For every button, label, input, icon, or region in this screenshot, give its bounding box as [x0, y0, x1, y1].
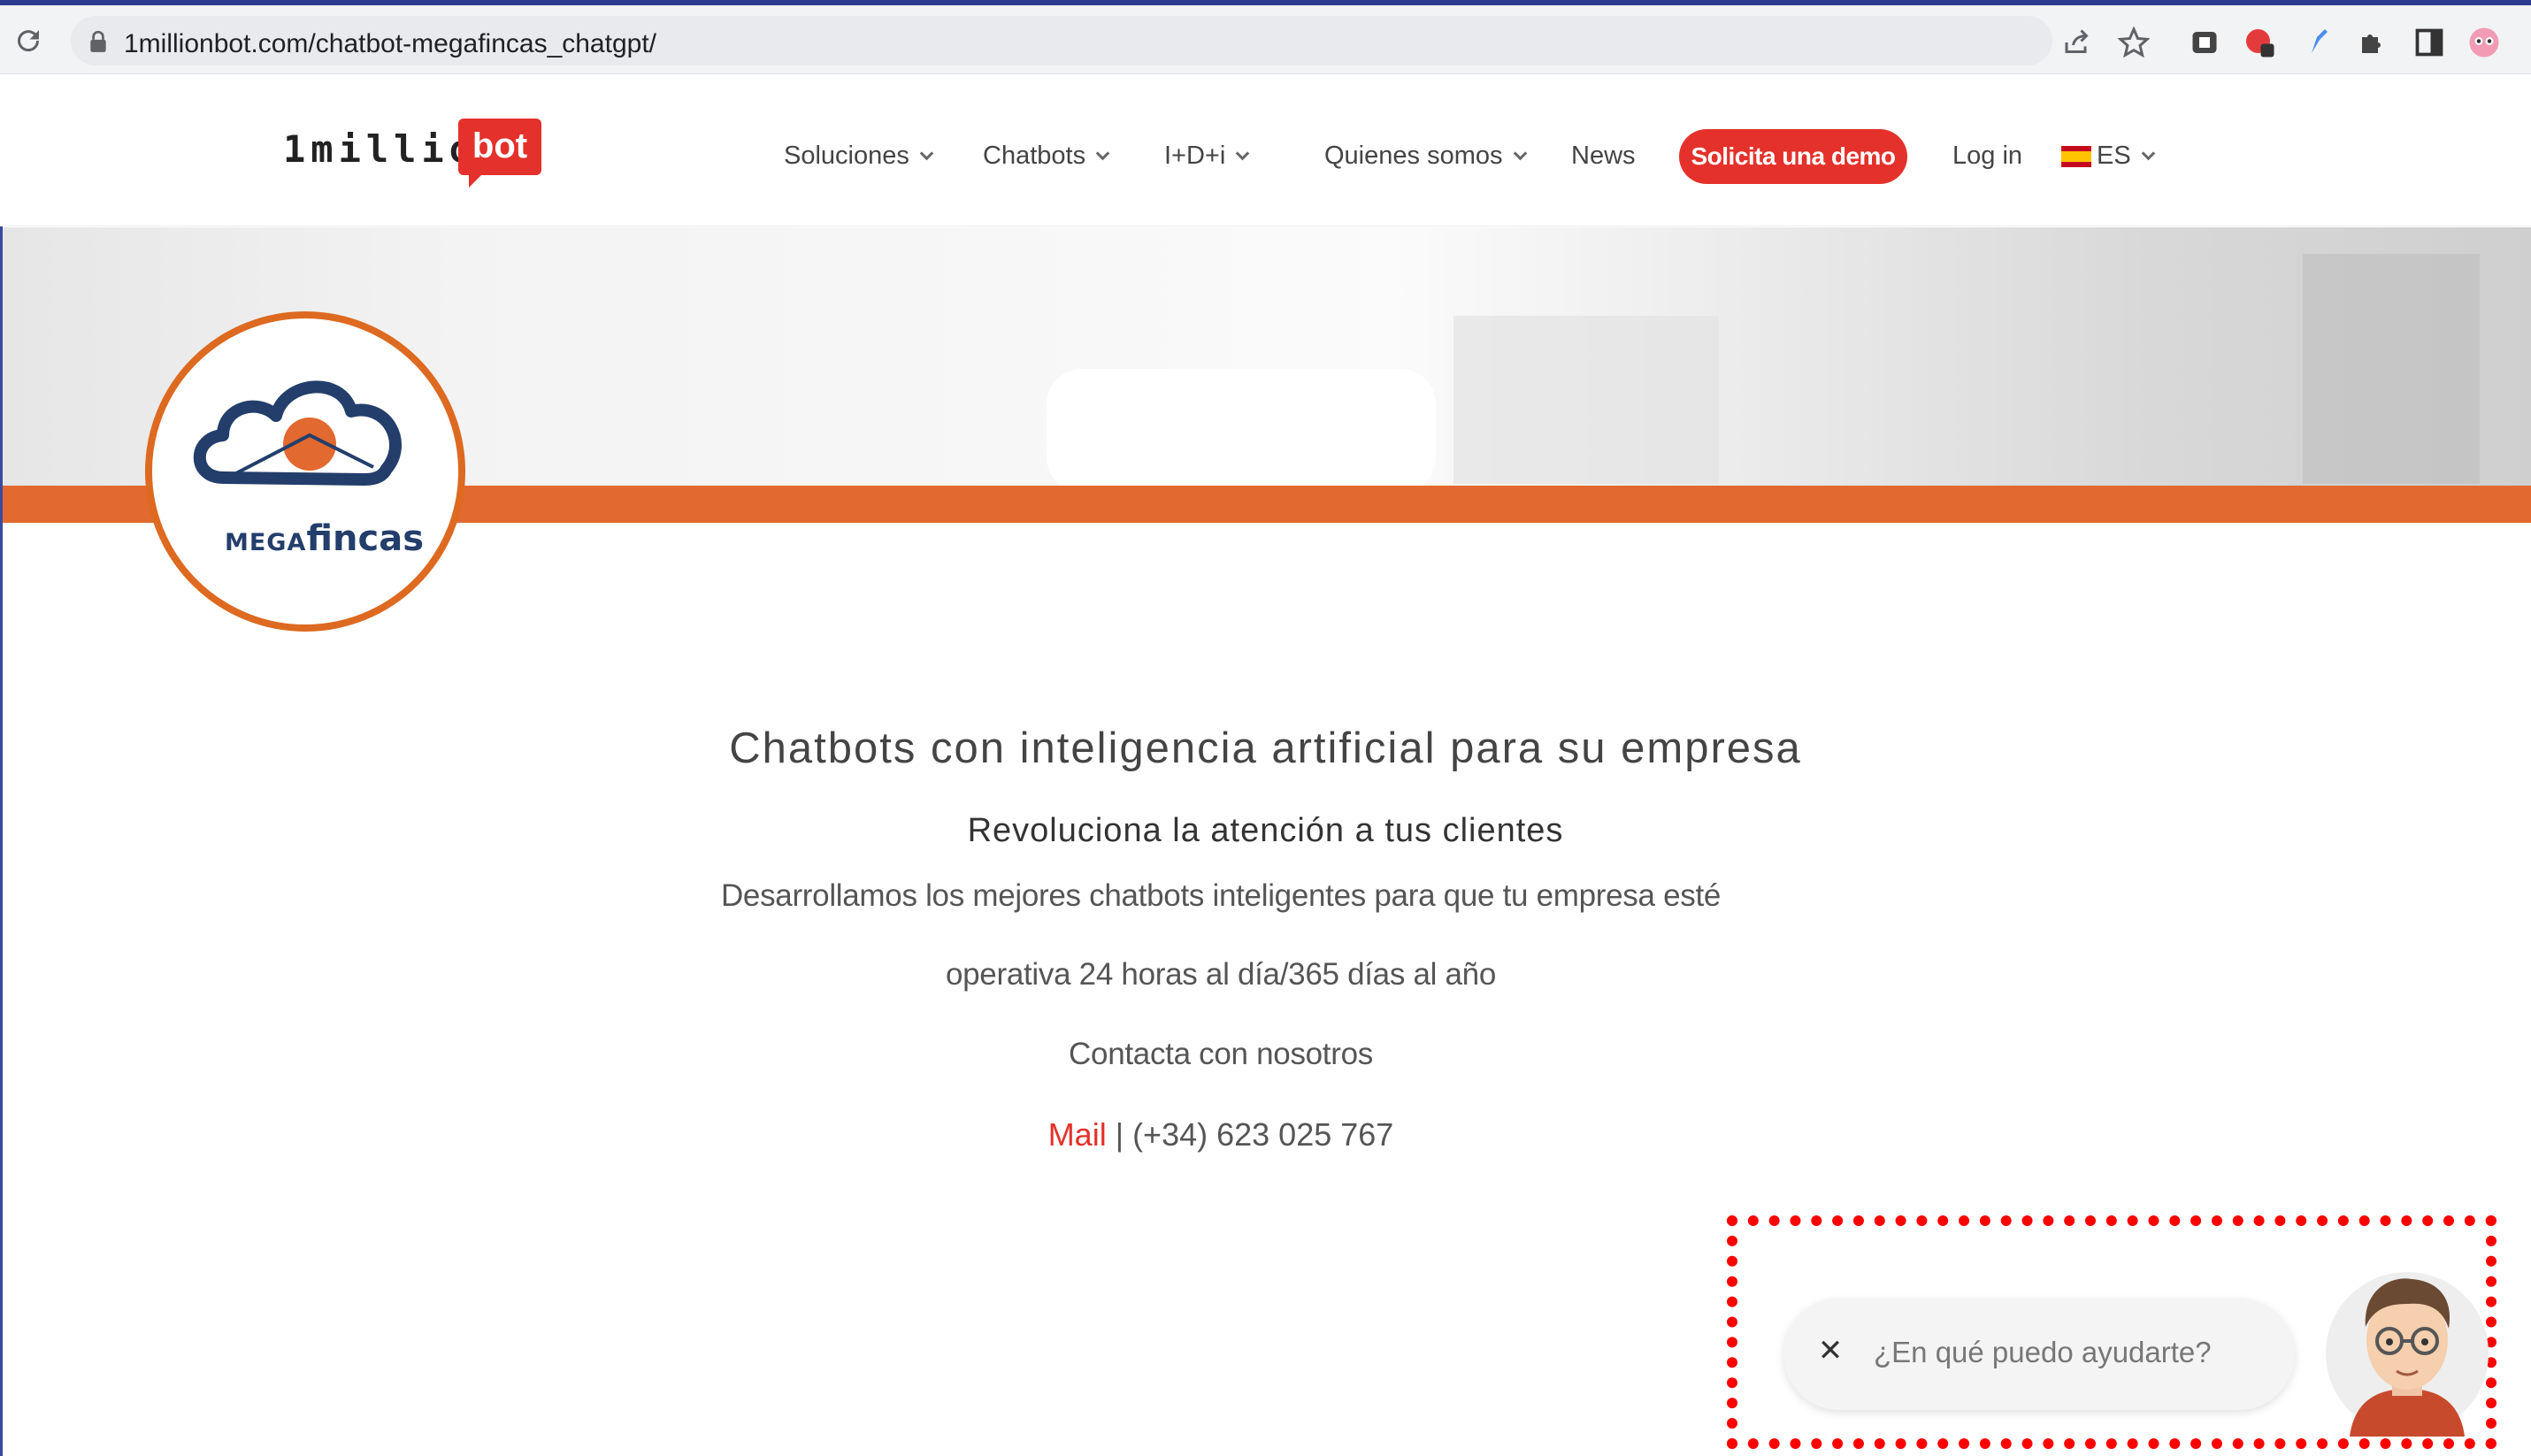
- hero-image-detail: [1453, 316, 1719, 484]
- hero-image-detail: [2303, 254, 2480, 484]
- side-panel-icon[interactable]: [2413, 27, 2445, 58]
- chevron-down-icon: [2141, 146, 2155, 161]
- page-title: Chatbots con inteligencia artificial par…: [729, 724, 1802, 772]
- close-icon[interactable]: ✕: [1815, 1336, 1845, 1366]
- login-link[interactable]: Log in: [1952, 142, 2022, 171]
- nav-news[interactable]: News: [1571, 142, 1636, 171]
- spain-flag-icon: [2061, 145, 2091, 167]
- megafincas-logo: MEGAfincas: [145, 311, 465, 632]
- page-subtitle: Revoluciona la atención a tus clientes: [967, 812, 1564, 849]
- url-text[interactable]: 1millionbot.com/chatbot-megafincas_chatg…: [124, 29, 656, 59]
- chevron-down-icon: [1236, 146, 1250, 161]
- chat-prompt-text[interactable]: ¿En qué puedo ayudarte?: [1874, 1336, 2212, 1369]
- cloud-sun-logo-icon: [193, 380, 402, 486]
- language-label: ES: [2097, 142, 2131, 170]
- chatbot-avatar-icon[interactable]: [2323, 1256, 2491, 1437]
- hero-image-detail: [1047, 369, 1436, 486]
- mail-link[interactable]: Mail: [1048, 1116, 1107, 1153]
- nav-label: Chatbots: [983, 142, 1086, 170]
- bookmark-star-icon[interactable]: [2118, 27, 2150, 58]
- extension-icon[interactable]: [2189, 27, 2220, 58]
- reload-icon[interactable]: [12, 25, 44, 57]
- wordmark-name: fincas: [306, 518, 425, 559]
- contact-separator: |: [1106, 1116, 1133, 1153]
- chevron-down-icon: [1095, 146, 1110, 161]
- phone-number[interactable]: (+34) 623 025 767: [1132, 1116, 1393, 1153]
- pen-extension-icon[interactable]: [2304, 27, 2335, 58]
- brand-logo-badge[interactable]: bot: [458, 119, 541, 188]
- lock-icon[interactable]: [88, 30, 108, 53]
- nav-chatbots[interactable]: Chatbots: [983, 142, 1110, 171]
- description-line-1: Desarrollamos los mejores chatbots intel…: [720, 878, 1722, 913]
- description-line-2: operativa 24 horas al día/365 días al añ…: [945, 957, 1497, 992]
- profile-avatar-icon[interactable]: [2468, 27, 2500, 58]
- chevron-down-icon: [919, 146, 934, 161]
- extension-badge-icon[interactable]: [2243, 27, 2275, 58]
- nav-label: Soluciones: [784, 142, 909, 170]
- nav-label: I+D+i: [1164, 142, 1226, 170]
- share-icon[interactable]: [2061, 27, 2093, 58]
- puzzle-extensions-icon[interactable]: [2357, 27, 2389, 58]
- contact-info: Mail | (+34) 623 025 767: [0, 1116, 2442, 1153]
- chevron-down-icon: [1513, 146, 1527, 161]
- language-selector[interactable]: ES: [2061, 142, 2155, 171]
- nav-label: Quienes somos: [1324, 142, 1503, 170]
- wordmark-prefix: MEGA: [225, 529, 307, 556]
- nav-soluciones[interactable]: Soluciones: [784, 142, 934, 171]
- browser-toolbar: 1millionbot.com/chatbot-megafincas_chatg…: [0, 5, 2531, 74]
- nav-label: News: [1571, 142, 1636, 170]
- site-header: 1million bot Soluciones Chatbots I+D+i Q…: [0, 74, 2531, 226]
- nav-quienes-somos[interactable]: Quienes somos: [1324, 142, 1527, 171]
- nav-idi[interactable]: I+D+i: [1164, 142, 1250, 171]
- request-demo-button[interactable]: Solicita una demo: [1679, 129, 1907, 184]
- megafincas-wordmark: MEGAfincas: [225, 518, 424, 559]
- contact-title: Contacta con nosotros: [1069, 1037, 1373, 1071]
